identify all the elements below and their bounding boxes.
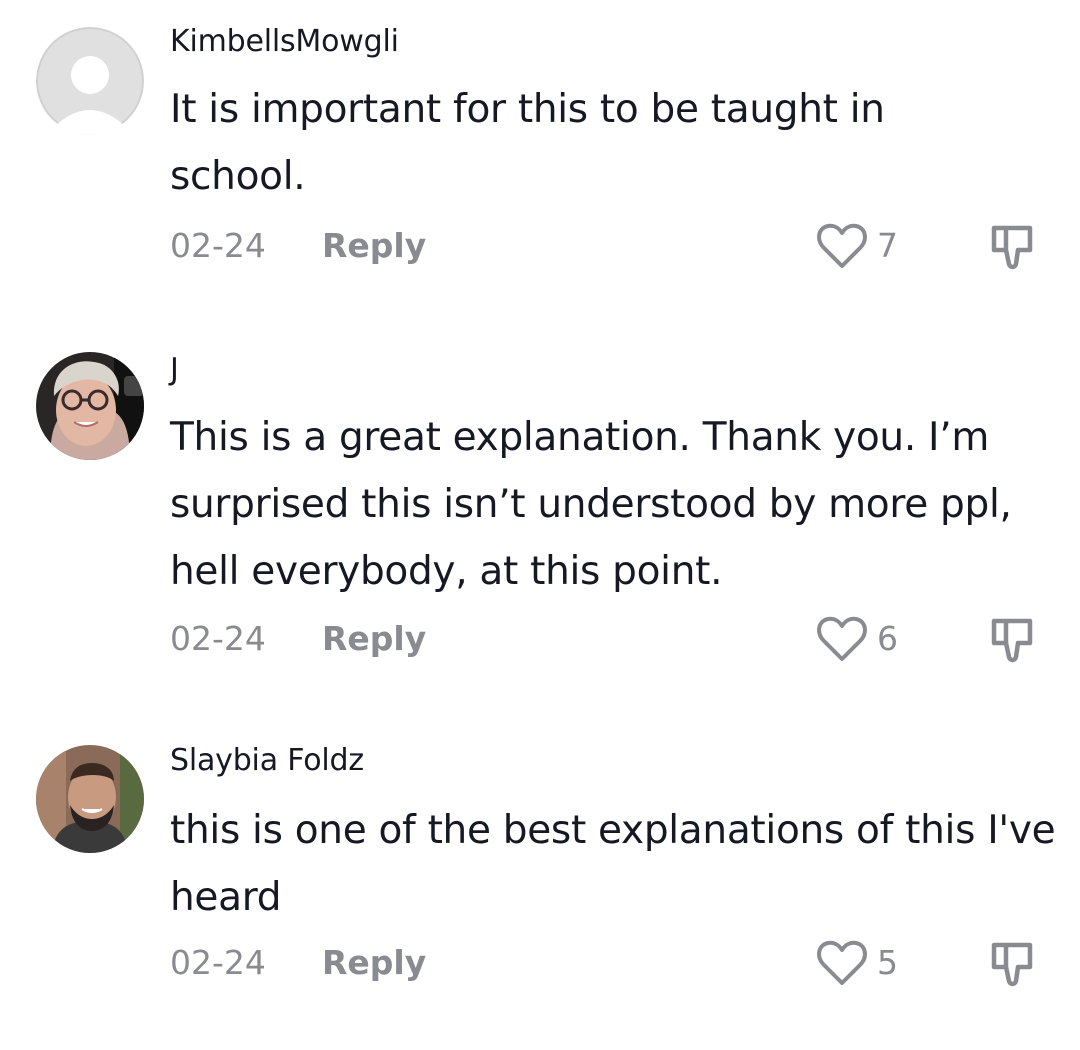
reply-button[interactable]: Reply <box>322 943 426 982</box>
like-count: 7 <box>877 226 898 265</box>
comment-text: this is one of the best explanations of … <box>170 808 1056 920</box>
thumbs-down-icon <box>991 225 1033 270</box>
like-count: 5 <box>877 943 898 982</box>
comment-date: 02-24 <box>170 226 266 265</box>
default-avatar-icon <box>36 27 144 135</box>
comment-text: It is important for this to be taught in… <box>170 87 885 199</box>
thumbs-down-icon <box>991 618 1033 663</box>
like-count: 6 <box>877 619 898 658</box>
comment-date: 02-24 <box>170 943 266 982</box>
like-button[interactable] <box>814 935 870 991</box>
dislike-button[interactable] <box>986 218 1042 274</box>
like-button[interactable] <box>814 611 870 667</box>
like-button[interactable] <box>814 218 870 274</box>
heart-icon <box>817 223 867 268</box>
dislike-button[interactable] <box>986 935 1042 991</box>
username[interactable]: KimbellsMowgli <box>170 24 399 59</box>
user-photo <box>36 745 144 853</box>
username[interactable]: J <box>170 352 179 387</box>
user-photo <box>36 352 144 460</box>
username[interactable]: Slaybia Foldz <box>170 743 364 778</box>
thumbs-down-icon <box>991 942 1033 987</box>
dislike-button[interactable] <box>986 611 1042 667</box>
reply-button[interactable]: Reply <box>322 226 426 265</box>
heart-icon <box>817 940 867 985</box>
reply-button[interactable]: Reply <box>322 619 426 658</box>
avatar[interactable] <box>36 745 144 853</box>
avatar[interactable] <box>36 352 144 460</box>
avatar[interactable] <box>36 27 144 135</box>
comment-text: This is a great explanation. Thank you. … <box>170 415 1012 594</box>
heart-icon <box>817 616 867 661</box>
comment-date: 02-24 <box>170 619 266 658</box>
